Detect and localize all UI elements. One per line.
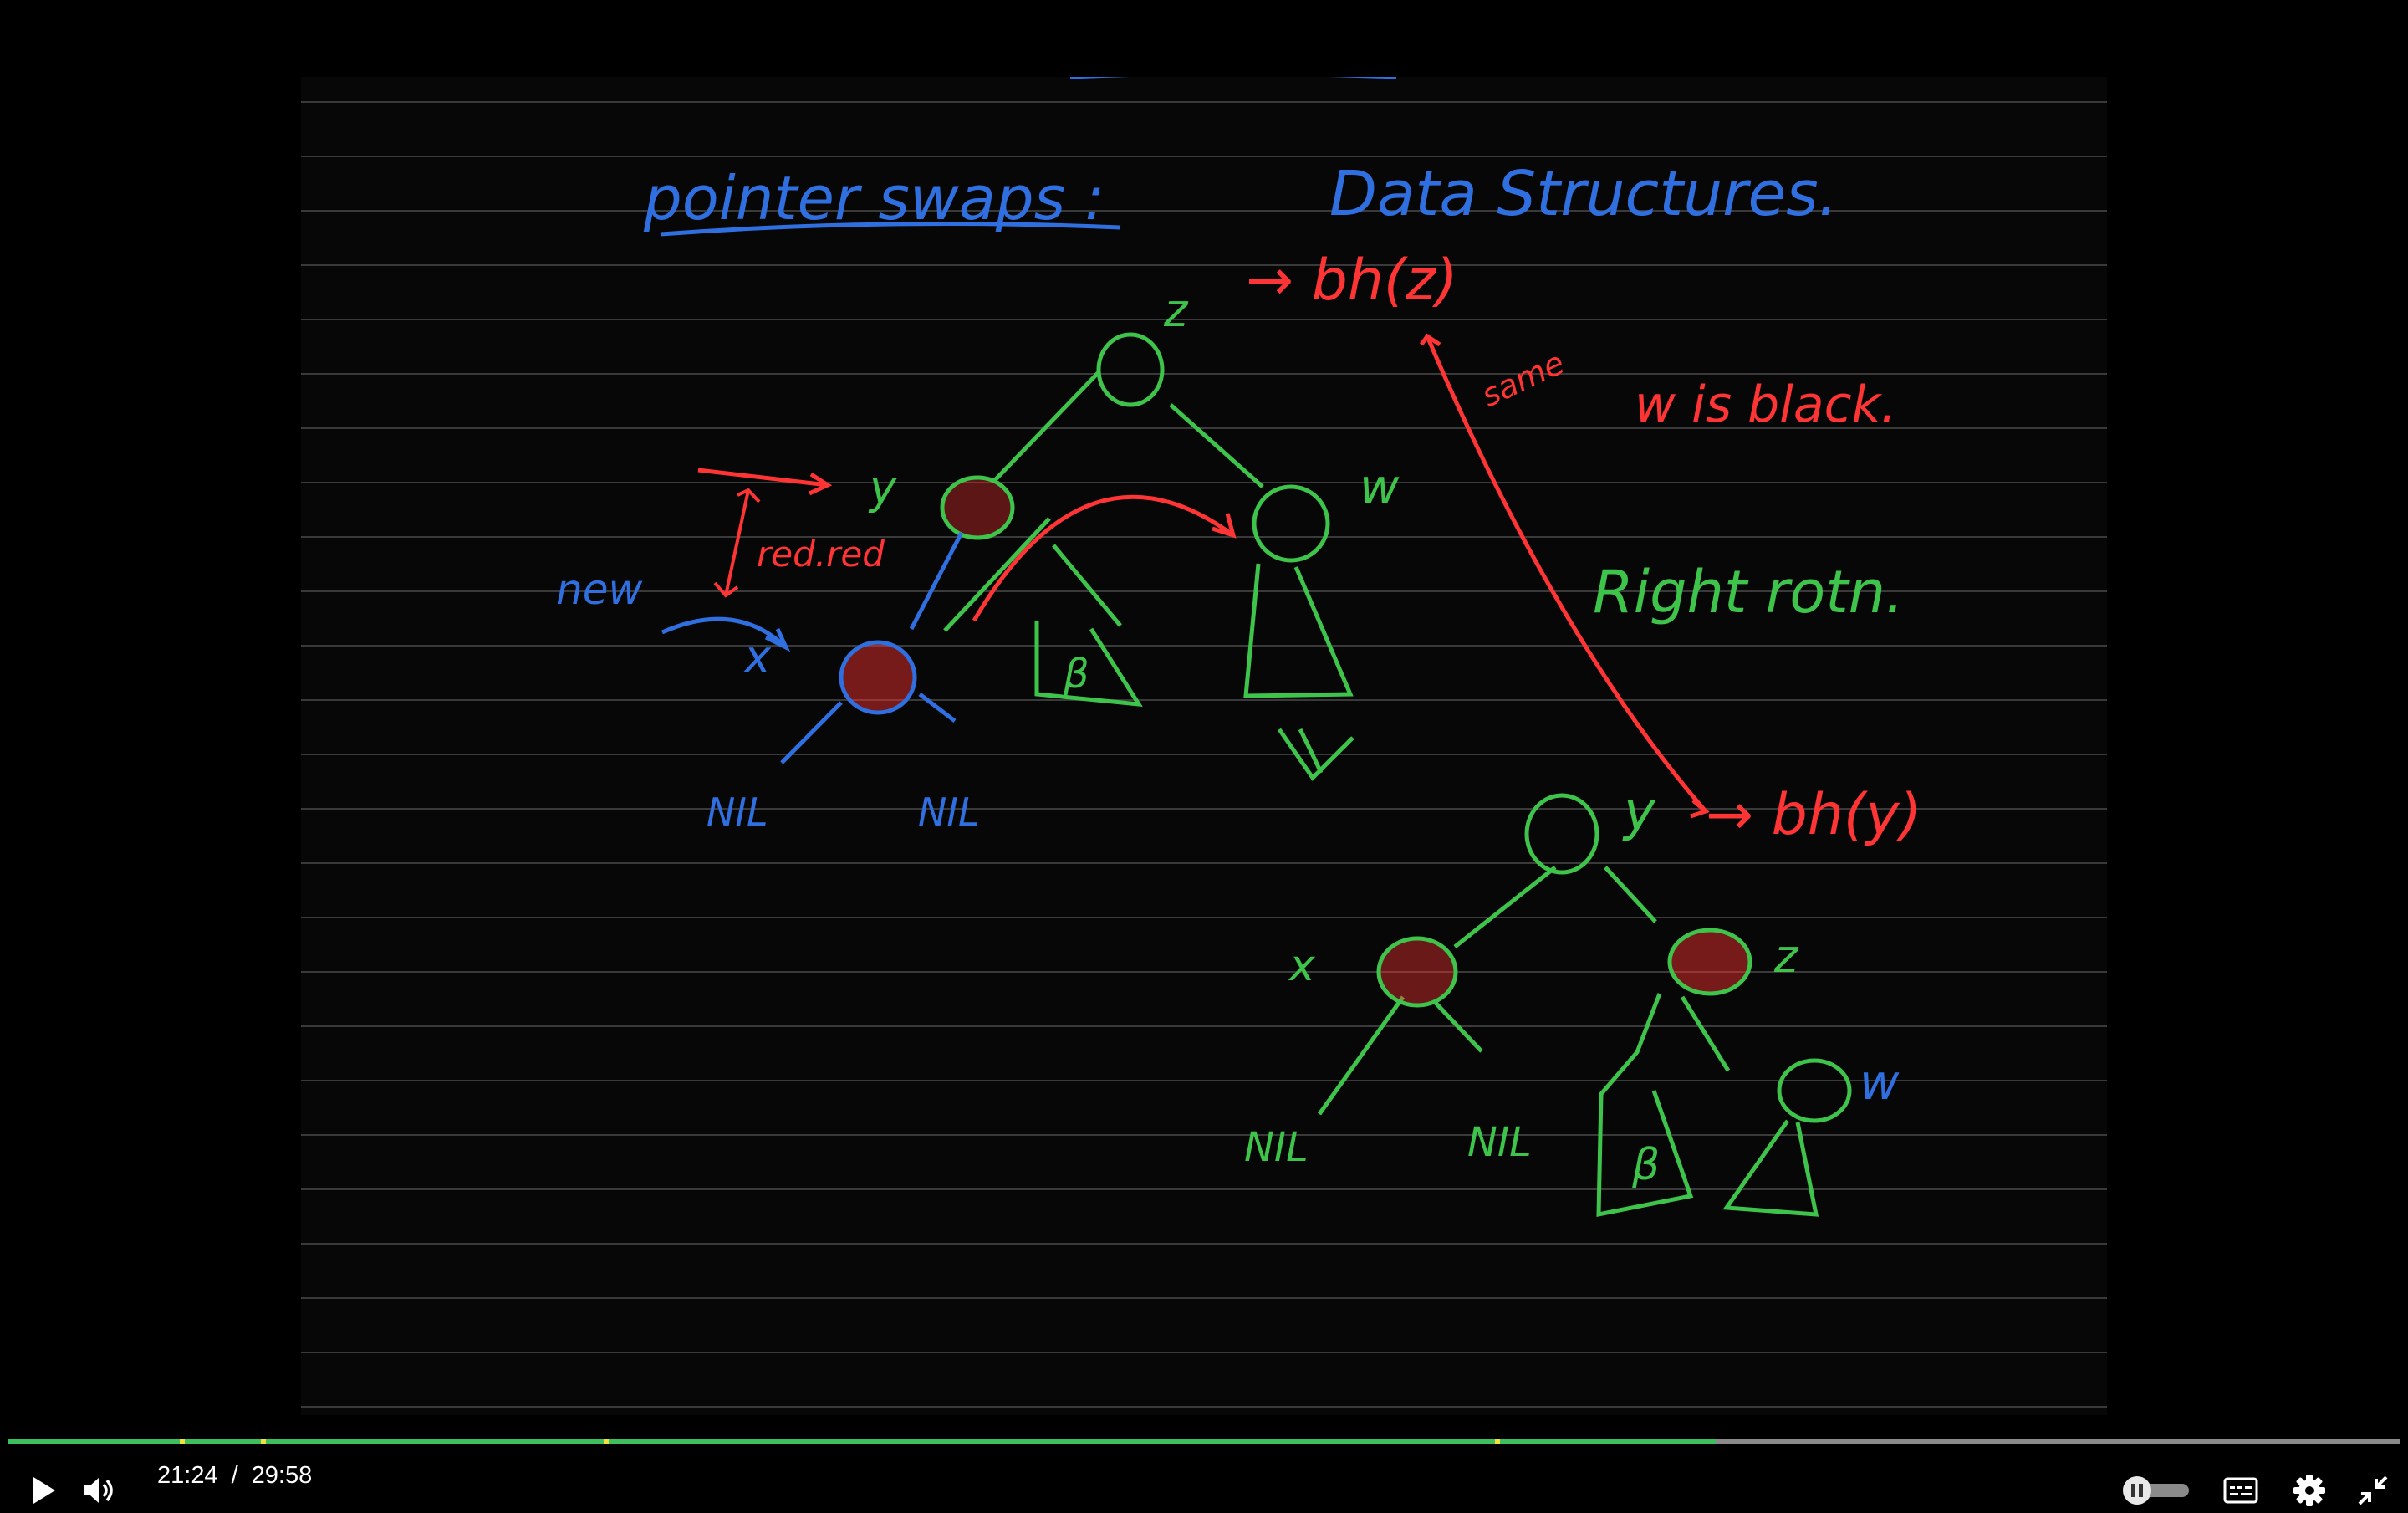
label-w-after: w — [1860, 1054, 1900, 1111]
label-bh-y: → bh(y) — [1706, 782, 1921, 848]
whiteboard-drawing: pointer swaps : Data Structures. z y w x… — [301, 77, 2107, 1408]
label-y-before: y — [868, 462, 897, 514]
label-z-after: z — [1773, 930, 1799, 983]
beta-after: β — [1631, 1140, 1660, 1190]
label-x-after: x — [1288, 941, 1316, 991]
nil-right-before: NIL — [918, 790, 980, 835]
beta-before: β — [1063, 651, 1089, 698]
lecture-whiteboard: pointer swaps : Data Structures. z y w x… — [301, 77, 2107, 1415]
gear-icon — [2293, 1475, 2325, 1506]
label-bh-z: → bh(z) — [1246, 248, 1458, 314]
x-parent-edge — [909, 531, 964, 631]
node-x-new — [839, 640, 917, 715]
label-z-before: z — [1163, 284, 1189, 337]
label-w-before: w — [1360, 458, 1400, 515]
node-w-after — [1777, 1058, 1852, 1123]
label-red-red: red.red — [757, 534, 885, 575]
settings-button[interactable] — [2291, 1472, 2328, 1509]
label-right-rotn: Right rotn. — [1593, 558, 1904, 626]
exit-fullscreen-button[interactable] — [2354, 1472, 2391, 1509]
captions-icon — [2223, 1477, 2258, 1504]
player-right-controls — [0, 1422, 2408, 1507]
autoplay-toggle[interactable] — [2120, 1475, 2194, 1505]
red-red-marker — [713, 488, 761, 598]
nil-left-before: NIL — [707, 790, 768, 835]
heading-data-structures: Data Structures. — [1329, 158, 1838, 230]
node-z-after — [1667, 928, 1752, 996]
nil-right-after: NIL — [1467, 1119, 1532, 1166]
node-x-after — [1376, 936, 1458, 1008]
ruled-lines — [301, 101, 2107, 1408]
node-z-before — [1096, 332, 1165, 407]
label-y-after: y — [1622, 781, 1656, 843]
captions-button[interactable] — [2222, 1474, 2259, 1507]
exit-fullscreen-icon — [2358, 1475, 2388, 1505]
label-w-is-black: w is black. — [1635, 376, 1896, 434]
toggle-switch-icon — [2123, 1476, 2189, 1505]
nil-left-after: NIL — [1244, 1124, 1309, 1171]
video-player[interactable]: pointer swaps : Data Structures. z y w x… — [0, 0, 2408, 1507]
node-y-after — [1524, 793, 1599, 875]
tree-after-edges — [1317, 866, 1819, 1218]
label-new: new — [556, 565, 642, 614]
node-y-before — [940, 475, 1015, 540]
label-same: same — [1476, 345, 1569, 415]
node-w-before — [1252, 484, 1330, 563]
